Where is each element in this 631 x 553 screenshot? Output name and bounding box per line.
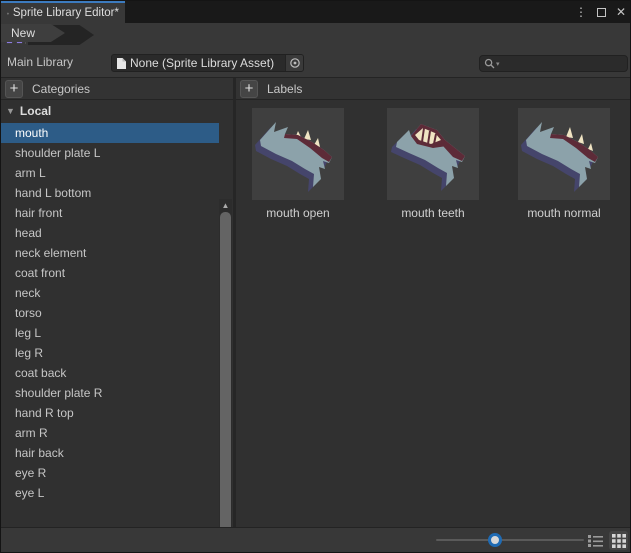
grid-view-button[interactable] — [609, 531, 628, 550]
search-input[interactable] — [501, 58, 623, 70]
category-row[interactable]: coat back — [1, 363, 219, 383]
sprite-thumbnail — [518, 108, 610, 200]
sprite-library-editor-window: Sprite Library Editor* ⋮ ✕ New Revert Sa… — [0, 0, 631, 553]
label-name: mouth normal — [518, 206, 610, 220]
category-row[interactable]: shoulder plate R — [1, 383, 219, 403]
mouth-teeth-sprite — [387, 108, 479, 200]
main-library-row: Main Library None (Sprite Library Asset)… — [1, 47, 630, 78]
categories-panel: ▼ Local mouthshoulder plate Larm Lhand L… — [1, 100, 233, 529]
category-row[interactable]: mouth — [1, 123, 219, 143]
slider-handle[interactable] — [488, 533, 502, 547]
menu-icon[interactable]: ⋮ — [575, 6, 587, 18]
sprite-thumbnail — [387, 108, 479, 200]
bottom-bar — [1, 527, 630, 552]
list-view-icon — [588, 534, 603, 547]
category-row[interactable]: head — [1, 223, 219, 243]
label-item-mouth-teeth[interactable]: mouth teeth — [387, 108, 479, 220]
category-row[interactable]: neck — [1, 283, 219, 303]
sprite-library-icon — [7, 7, 9, 20]
category-row[interactable]: leg L — [1, 323, 219, 343]
asset-doc-icon — [116, 57, 127, 70]
label-name: mouth teeth — [387, 206, 479, 220]
label-name: mouth open — [252, 206, 344, 220]
category-row[interactable]: coat front — [1, 263, 219, 283]
category-row[interactable]: hair back — [1, 443, 219, 463]
labels-panel: mouth open mouth teeth — [236, 100, 630, 529]
categories-scrollbar[interactable]: ▲ ▼ — [219, 199, 232, 529]
tab-strip: Sprite Library Editor* ⋮ ✕ — [1, 1, 630, 23]
category-row[interactable]: hand L bottom — [1, 183, 219, 203]
object-picker-icon — [289, 57, 301, 69]
category-row[interactable]: torso — [1, 303, 219, 323]
main-library-label: Main Library — [7, 55, 73, 69]
category-row[interactable]: eye L — [1, 483, 219, 503]
category-row[interactable]: leg R — [1, 343, 219, 363]
thumbnail-size-slider[interactable] — [436, 539, 584, 541]
window-controls: ⋮ ✕ — [575, 1, 626, 23]
object-picker-button[interactable] — [285, 55, 303, 71]
toolbar: New Revert Save Auto Save — [1, 23, 630, 47]
foldout-triangle-icon: ▼ — [6, 106, 15, 116]
category-row[interactable]: arm L — [1, 163, 219, 183]
local-foldout[interactable]: ▼ Local — [1, 100, 233, 121]
grid-view-icon — [612, 534, 626, 548]
search-icon — [484, 58, 495, 69]
categories-header: + Categories — [1, 78, 233, 100]
category-list: mouthshoulder plate Larm Lhand L bottomh… — [1, 123, 219, 503]
main-library-object-field[interactable]: None (Sprite Library Asset) — [111, 54, 304, 72]
mouth-open-sprite — [252, 108, 344, 200]
labels-title: Labels — [267, 82, 302, 96]
tab-title: Sprite Library Editor* — [13, 7, 119, 19]
tab-sprite-library-editor[interactable]: Sprite Library Editor* — [1, 1, 125, 23]
labels-header: + Labels — [236, 78, 630, 100]
search-field[interactable]: ▾ — [479, 55, 628, 72]
category-row[interactable]: neck element — [1, 243, 219, 263]
scroll-up-icon[interactable]: ▲ — [219, 199, 232, 211]
maximize-icon[interactable] — [597, 8, 606, 17]
list-view-button[interactable] — [586, 531, 605, 550]
category-row[interactable]: hair front — [1, 203, 219, 223]
new-button-label: New — [11, 26, 35, 40]
local-foldout-label: Local — [20, 104, 51, 118]
main-library-value: None (Sprite Library Asset) — [127, 56, 285, 70]
search-filter-caret-icon: ▾ — [496, 60, 500, 68]
label-item-mouth-normal[interactable]: mouth normal — [518, 108, 610, 220]
sprite-thumbnail — [252, 108, 344, 200]
category-row[interactable]: hand R top — [1, 403, 219, 423]
category-row[interactable]: eye R — [1, 463, 219, 483]
categories-title: Categories — [32, 82, 90, 96]
mouth-normal-sprite — [518, 108, 610, 200]
label-item-mouth-open[interactable]: mouth open — [252, 108, 344, 220]
category-row[interactable]: arm R — [1, 423, 219, 443]
close-icon[interactable]: ✕ — [616, 6, 626, 18]
add-category-button[interactable]: + — [5, 80, 23, 98]
category-row[interactable]: shoulder plate L — [1, 143, 219, 163]
add-label-button[interactable]: + — [240, 80, 258, 98]
scrollbar-thumb[interactable] — [220, 212, 231, 529]
